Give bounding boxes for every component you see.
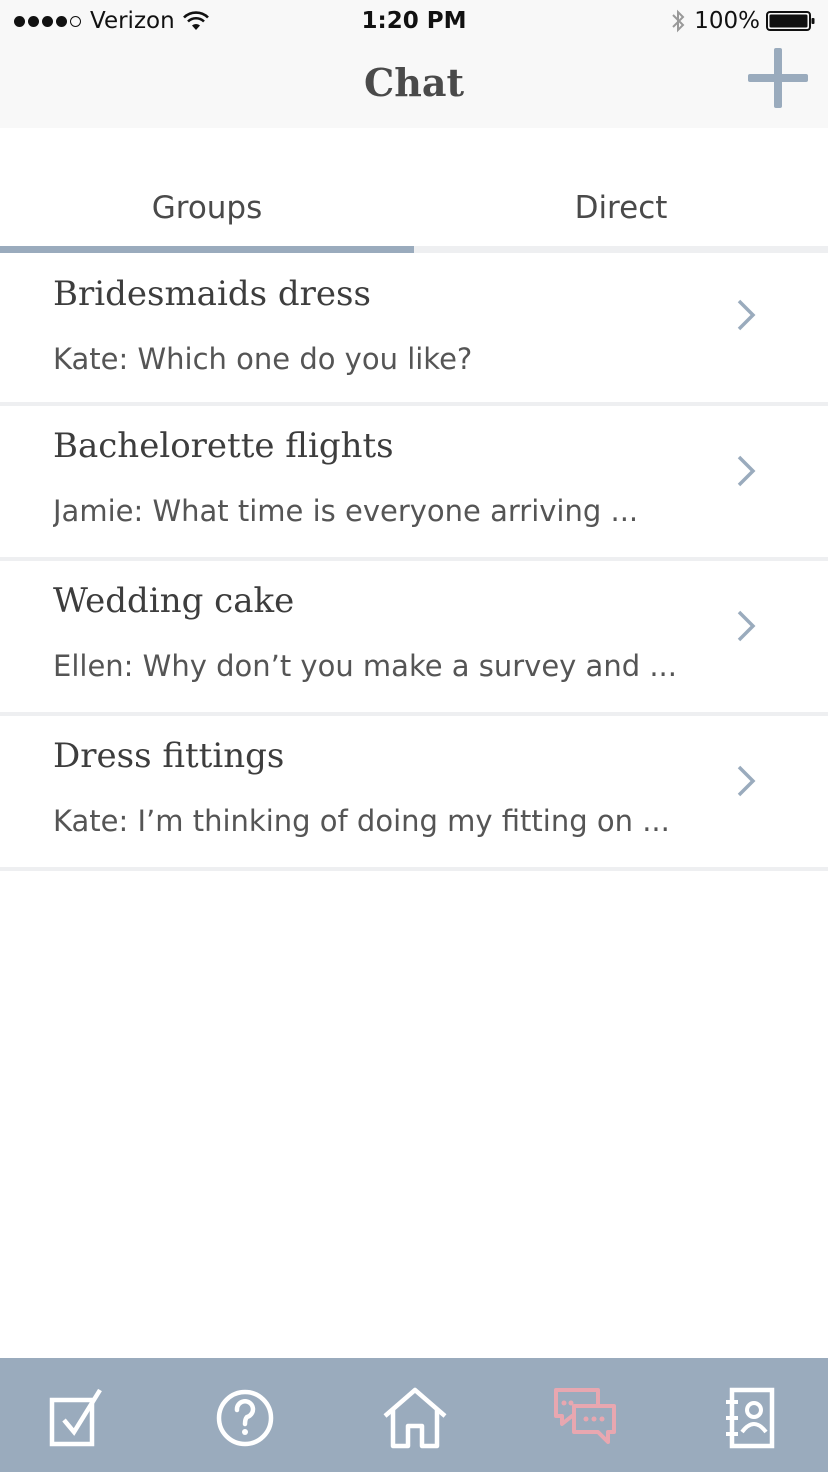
battery-icon [766,11,815,31]
page-title: Chat [363,60,465,105]
navigation-header: Chat [0,44,828,128]
chat-preview: Ellen: Why don’t you make a survey and .… [53,649,677,683]
chat-title: Dress fittings [53,736,285,776]
chevron-right-icon [737,455,756,487]
battery-percentage: 100% [694,8,760,34]
chevron-right-icon [737,299,756,331]
active-tab-indicator [0,246,414,253]
checkbox-icon[interactable] [42,1386,112,1450]
chat-preview: Kate: Which one do you like? [53,342,473,376]
chevron-right-icon [737,610,756,642]
question-icon[interactable] [210,1386,280,1450]
chat-title: Wedding cake [53,581,295,621]
bottom-tab-bar [0,1358,828,1472]
plus-icon[interactable] [746,46,810,110]
chevron-right-icon [737,765,756,797]
chat-icon[interactable] [550,1386,620,1450]
contacts-icon[interactable] [716,1386,786,1450]
bluetooth-icon [672,9,685,33]
tab-direct[interactable]: Direct [414,168,828,248]
chat-title: Bachelorette flights [53,426,394,466]
status-right: 100% [670,8,816,34]
tab-groups[interactable]: Groups [0,168,414,248]
status-bar: Verizon 1:20 PM 100% [0,0,828,44]
list-item[interactable]: Bachelorette flights Jamie: What time is… [0,406,828,561]
chat-preview: Kate: I’m thinking of doing my fitting o… [53,804,670,838]
home-icon[interactable] [380,1386,450,1450]
list-item[interactable]: Wedding cake Ellen: Why don’t you make a… [0,561,828,716]
list-item[interactable]: Dress fittings Kate: I’m thinking of doi… [0,716,828,871]
list-item[interactable]: Bridesmaids dress Kate: Which one do you… [0,254,828,406]
chat-preview: Jamie: What time is everyone arriving ..… [53,494,639,528]
chat-list: Bridesmaids dress Kate: Which one do you… [0,254,828,871]
chat-title: Bridesmaids dress [53,274,371,314]
chat-tabs: Groups Direct [0,168,828,254]
